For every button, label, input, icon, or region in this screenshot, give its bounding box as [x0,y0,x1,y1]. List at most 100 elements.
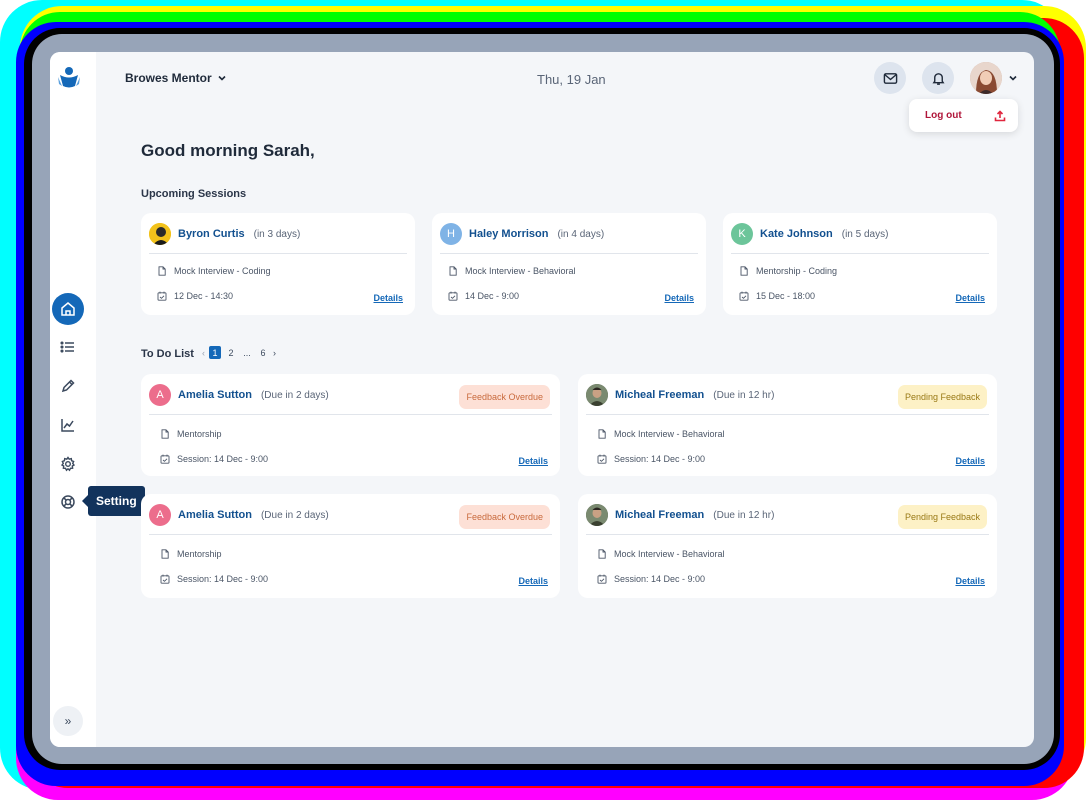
session-type: Mock Interview - Behavioral [465,266,576,276]
todo-session-type: Mentorship [177,429,222,439]
todo-session-type: Mock Interview - Behavioral [614,429,725,439]
document-icon [158,266,166,276]
todo-details-link[interactable]: Details [955,456,985,466]
todo-session-datetime: Session: 14 Dec - 9:00 [177,574,269,584]
page-6-button[interactable]: 6 [257,346,269,359]
session-mentee-name[interactable]: Haley Morrison [469,228,548,240]
document-icon [598,429,606,439]
lifebuoy-icon [61,495,75,509]
calendar-check-icon [157,291,167,301]
home-icon [61,302,75,316]
avatar [970,62,1002,94]
mentor-dropdown[interactable]: Browes Mentor [125,71,227,85]
avatar [586,384,608,406]
calendar-check-icon [597,454,607,464]
todo-session-datetime: Session: 14 Dec - 9:00 [614,454,706,464]
divider [149,414,552,415]
session-datetime: 14 Dec - 9:00 [465,291,520,301]
bell-icon [931,72,945,85]
todo-card: Micheal Freeman (Due in 12 hr) Pending F… [578,494,997,598]
calendar-check-icon [160,574,170,584]
todo-card: A Amelia Sutton (Due in 2 days) Feedback… [141,374,560,476]
nav-home-button[interactable] [52,293,84,325]
nav-list-button[interactable] [52,331,84,363]
avatar: A [149,504,171,526]
page-1-button[interactable]: 1 [209,346,221,359]
page-2-button[interactable]: 2 [225,346,237,359]
user-photo-icon [586,504,608,526]
avatar: H [440,223,462,245]
status-badge: Pending Feedback [897,385,987,409]
todo-list-title: To Do List [141,348,194,360]
logo-icon [58,67,80,88]
session-datetime: 12 Dec - 14:30 [174,291,234,301]
user-photo-icon [970,62,1002,94]
todo-mentee-name[interactable]: Micheal Freeman [615,389,704,401]
current-date: Thu, 19 Jan [537,72,606,87]
messages-button[interactable] [874,62,906,94]
divider [149,253,407,254]
greeting-title: Good morning Sarah, [141,141,315,160]
session-details-link[interactable]: Details [373,293,403,303]
logout-label: Log out [925,110,962,121]
session-details-link[interactable]: Details [664,293,694,303]
todo-due: (Due in 12 hr) [713,509,775,521]
calendar-check-icon [160,454,170,464]
notifications-button[interactable] [922,62,954,94]
user-menu-button[interactable] [970,62,1018,94]
status-badge: Feedback Overdue [459,505,550,529]
mail-icon [883,72,897,84]
session-mentee-name[interactable]: Kate Johnson [760,228,833,240]
divider [149,534,552,535]
user-photo-icon [149,223,171,245]
chart-icon [61,419,74,432]
session-time-until: (in 5 days) [841,228,889,240]
session-mentee-name[interactable]: Byron Curtis [178,228,245,240]
todo-due: (Due in 2 days) [260,509,329,521]
todo-session-datetime: Session: 14 Dec - 9:00 [177,454,269,464]
session-card: H Haley Morrison (in 4 days) Mock Interv… [432,213,706,315]
todo-session-type: Mentorship [177,549,222,559]
chevron-right-icon[interactable]: › [273,348,276,358]
document-icon [161,429,169,439]
divider [586,414,989,415]
nav-support-button[interactable] [52,486,84,518]
chevron-down-icon [1009,75,1017,81]
avatar-initial: A [156,509,164,521]
document-icon [161,549,169,559]
logout-icon [994,109,1006,121]
avatar [586,504,608,526]
todo-details-link[interactable]: Details [518,576,548,586]
pencil-icon [61,379,75,393]
gear-icon [60,456,76,472]
todo-mentee-name[interactable]: Amelia Sutton [178,509,252,521]
document-icon [740,266,748,276]
user-photo-icon [586,384,608,406]
page-ellipsis: ... [243,347,251,358]
todo-pagination: ‹ 1 2 ... 6 › [202,346,276,359]
session-details-link[interactable]: Details [955,293,985,303]
nav-analytics-button[interactable] [52,409,84,441]
divider [586,534,989,535]
todo-details-link[interactable]: Details [518,456,548,466]
todo-mentee-name[interactable]: Micheal Freeman [615,509,704,521]
avatar-initial: H [447,228,455,240]
avatar-initial: K [738,228,746,240]
calendar-check-icon [739,291,749,301]
session-type: Mock Interview - Coding [174,266,271,276]
todo-details-link[interactable]: Details [955,576,985,586]
divider [731,253,989,254]
todo-card: Micheal Freeman (Due in 12 hr) Pending F… [578,374,997,476]
sidebar: » [50,52,96,747]
todo-session-type: Mock Interview - Behavioral [614,549,725,559]
nav-settings-button[interactable] [52,448,84,480]
todo-mentee-name[interactable]: Amelia Sutton [178,389,252,401]
logout-menu-item[interactable]: Log out [909,99,1018,132]
expand-sidebar-button[interactable]: » [53,706,83,736]
todo-session-datetime: Session: 14 Dec - 9:00 [614,574,706,584]
setting-tooltip: Setting [82,486,145,516]
mentor-dropdown-label: Browes Mentor [125,71,212,85]
chevron-left-icon[interactable]: ‹ [202,348,205,358]
nav-edit-button[interactable] [52,370,84,402]
avatar: A [149,384,171,406]
